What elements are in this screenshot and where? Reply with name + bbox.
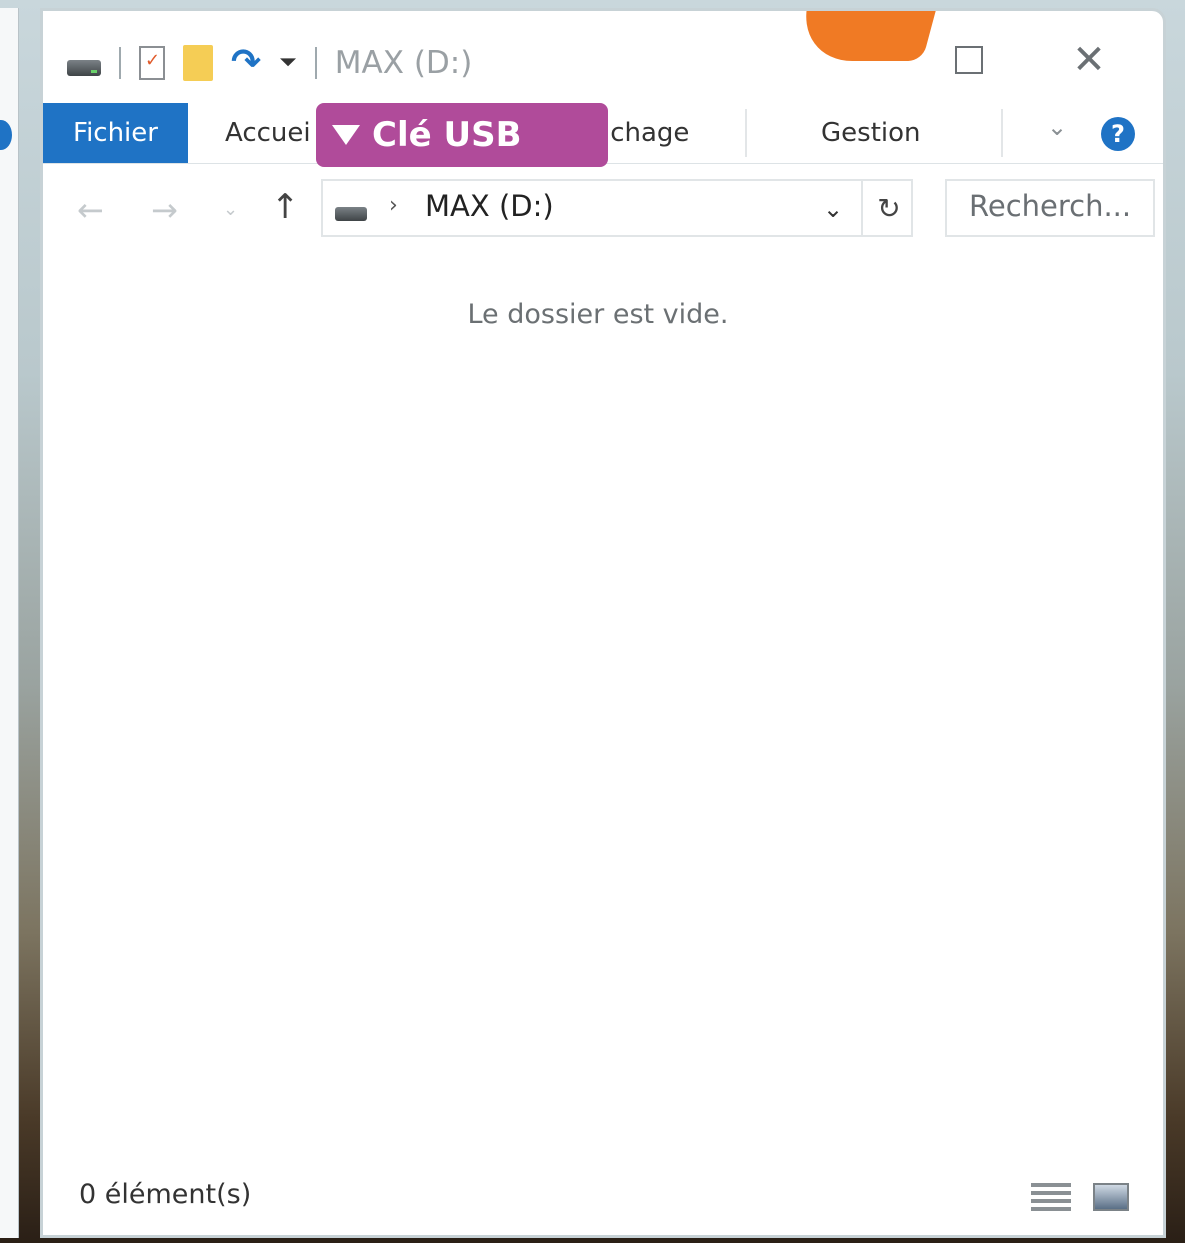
breadcrumb-separator[interactable]: › <box>389 193 398 218</box>
forward-button[interactable]: → <box>151 191 178 229</box>
address-bar[interactable]: › MAX (D:) ⌄ ↻ <box>321 179 913 237</box>
divider <box>745 109 747 157</box>
new-folder-icon[interactable] <box>183 45 213 81</box>
refresh-button[interactable]: ↻ <box>861 181 915 235</box>
usb-drive-icon <box>335 207 367 221</box>
file-explorer-window: ↶ ⏷ MAX (D:) ✕ Fichier Accuei ichage Ges… <box>40 8 1166 1238</box>
quick-access-toolbar: ↶ ⏷ MAX (D:) <box>67 42 473 83</box>
customize-toolbar-icon[interactable]: ⏷ <box>279 52 297 74</box>
tab-view[interactable]: ichage <box>603 103 689 163</box>
large-icons-view-button[interactable] <box>1093 1183 1129 1211</box>
help-icon <box>0 120 12 150</box>
triangle-down-icon <box>332 125 360 145</box>
maximize-icon <box>955 46 983 74</box>
step-marker <box>792 11 944 61</box>
help-button[interactable]: ? <box>1101 117 1135 151</box>
usb-key-text: Clé USB <box>372 115 522 155</box>
usb-key-label: Clé USB <box>316 103 608 167</box>
undo-icon[interactable]: ↶ <box>231 42 261 83</box>
tab-manage[interactable]: Gestion <box>821 103 921 163</box>
expand-ribbon-icon[interactable]: ⌄ <box>1047 113 1067 141</box>
recent-locations-button[interactable]: ⌄ <box>223 199 238 220</box>
back-button[interactable]: ← <box>77 191 104 229</box>
empty-folder-message: Le dossier est vide. <box>467 299 729 330</box>
divider <box>119 47 121 79</box>
usb-drive-icon <box>67 60 101 76</box>
properties-icon[interactable] <box>139 46 165 80</box>
tab-home[interactable]: Accuei <box>225 103 311 163</box>
background-window-edge <box>0 8 19 1238</box>
breadcrumb-drive[interactable]: MAX (D:) <box>425 189 554 223</box>
tab-file[interactable]: Fichier <box>43 103 188 163</box>
address-dropdown-icon[interactable]: ⌄ <box>823 195 843 223</box>
maximize-button[interactable] <box>939 35 999 85</box>
window-title: MAX (D:) <box>334 45 473 81</box>
navigation-bar: ← → ⌄ ↑ › MAX (D:) ⌄ ↻ Recherch... <box>43 179 1163 243</box>
title-bar: ↶ ⏷ MAX (D:) ✕ <box>43 11 1163 101</box>
divider <box>314 47 317 79</box>
search-input[interactable]: Recherch... <box>945 179 1155 237</box>
up-button[interactable]: ↑ <box>271 187 300 227</box>
close-icon: ✕ <box>1072 37 1106 83</box>
status-item-count: 0 élément(s) <box>79 1179 252 1210</box>
close-button[interactable]: ✕ <box>1059 35 1119 85</box>
divider <box>1001 109 1003 157</box>
details-view-button[interactable] <box>1031 1179 1071 1213</box>
